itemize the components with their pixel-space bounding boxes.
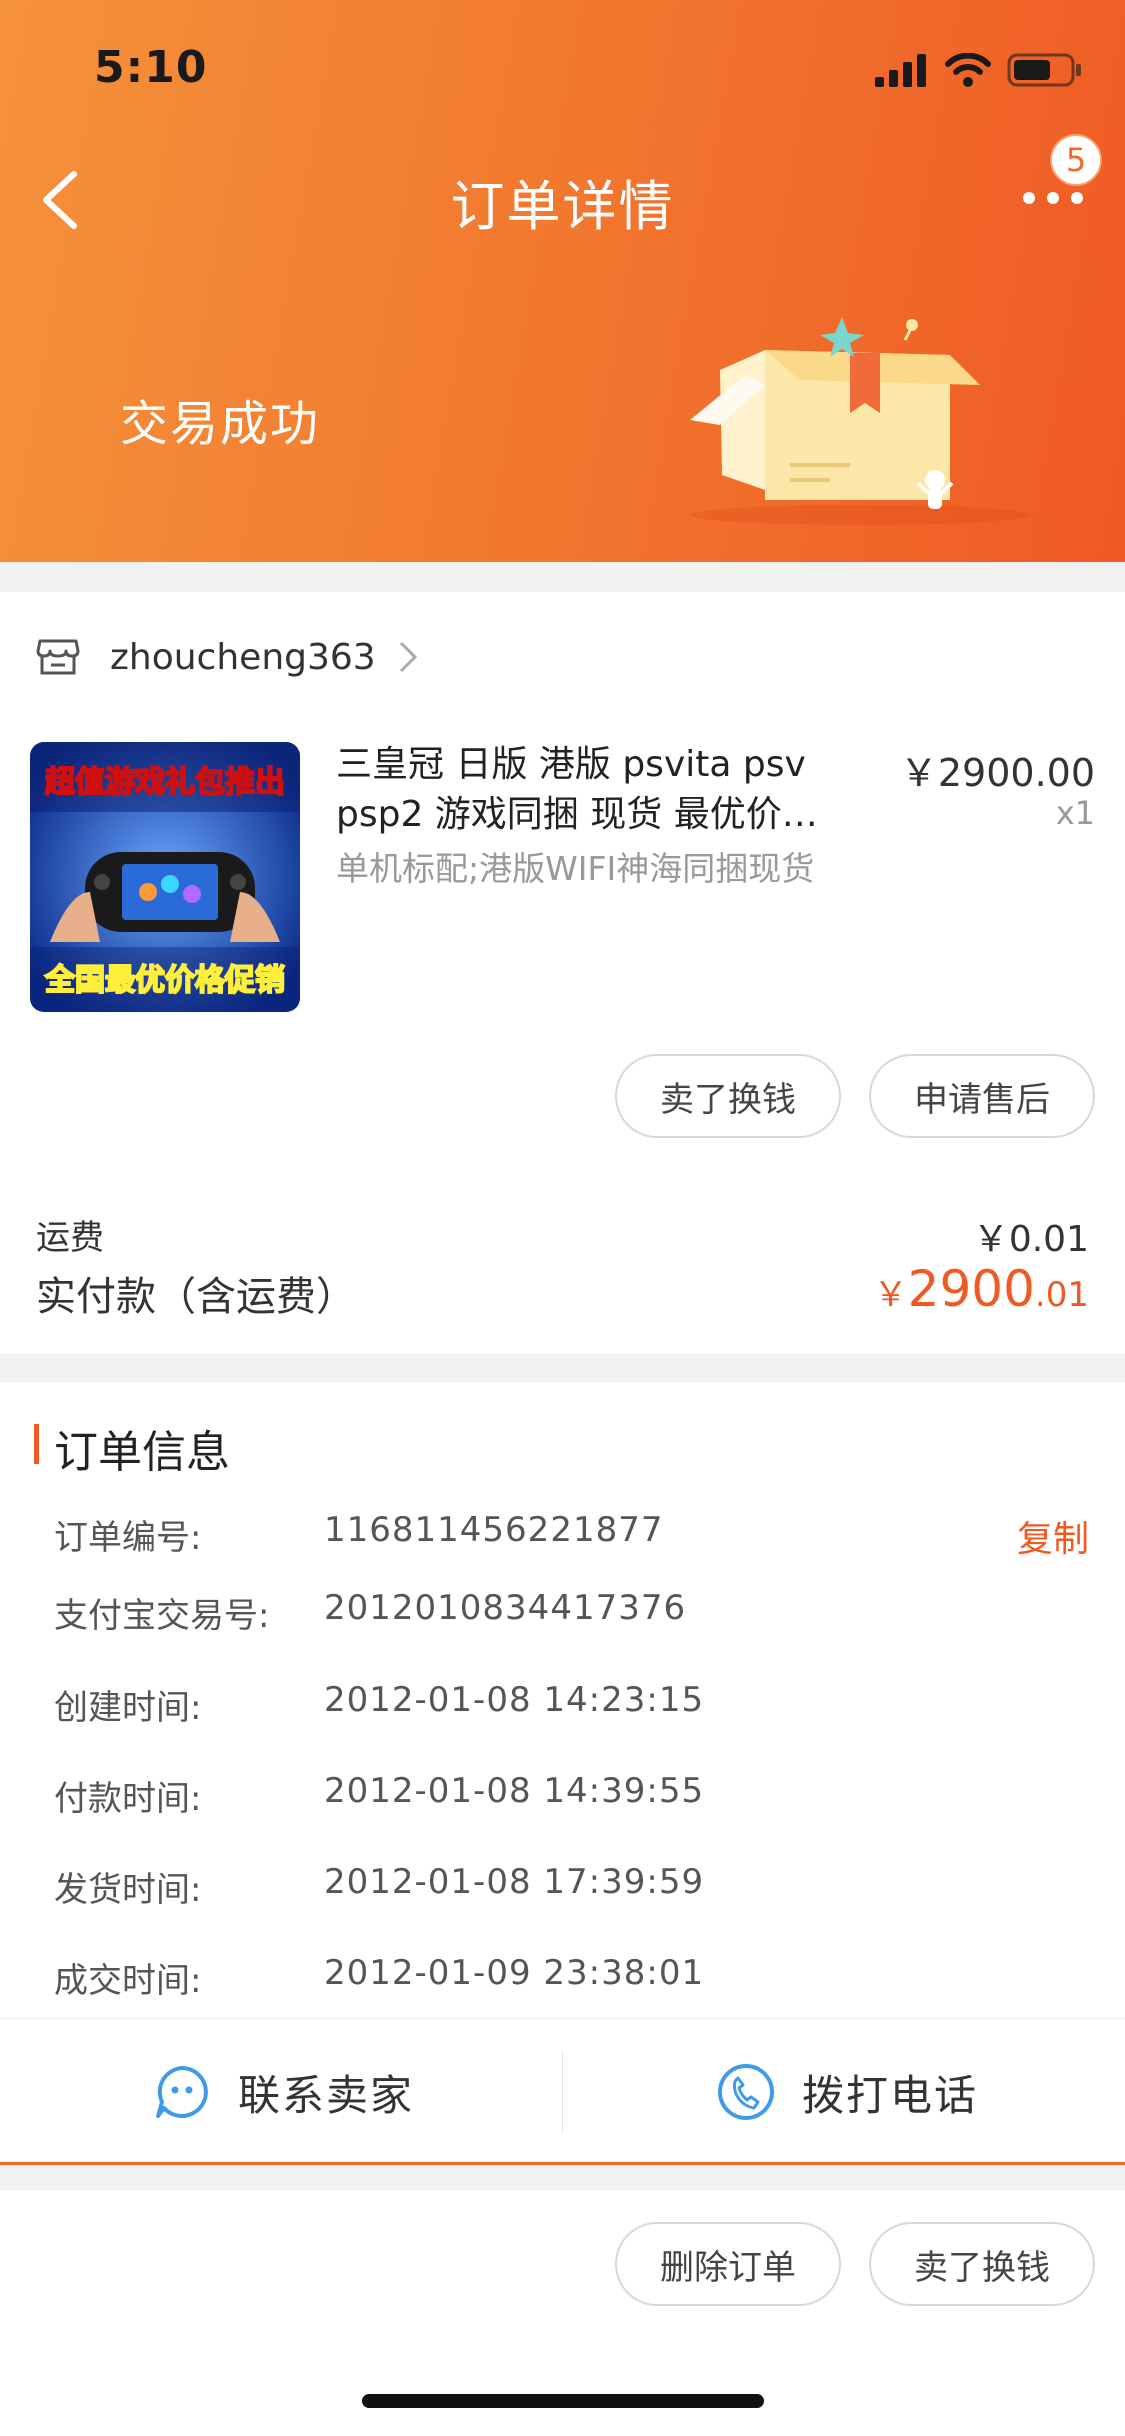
contact-seller-button[interactable]: 联系卖家 [152,2050,414,2134]
shipping-value: ￥0.01 [972,1219,1089,1260]
home-indicator[interactable] [362,2394,764,2408]
contact-divider [562,2050,563,2134]
order-number-value: 116811456221877 [324,1510,664,1550]
section-accent-bar [34,1424,39,1464]
delete-order-button[interactable]: 删除订单 [615,2222,841,2306]
paid-currency: ￥ [873,1275,908,1315]
shop-row[interactable]: zhoucheng363 [36,632,418,682]
page-title: 订单详情 [450,175,675,238]
alipay-trade-label: 支付宝交易号: [54,1596,270,1636]
chat-bubble-icon [156,2066,208,2118]
wifi-icon [945,53,991,87]
product-title[interactable]: 三皇冠 日版 港版 psvita psv psp2 游戏同捆 现货 最优价… [336,740,876,840]
alipay-trade-value: 2012010834417376 [324,1588,687,1628]
completed-time-label: 成交时间: [54,1961,202,2001]
copy-button[interactable]: 复制 [1017,1510,1089,1562]
thumb-bottom-text: 全国最优价格促销 [44,963,285,998]
phone-icon [718,2064,774,2120]
accent-divider [0,2162,1125,2165]
status-time: 5:10 [94,42,208,93]
call-phone-label: 拨打电话 [802,2070,979,2120]
product-thumbnail[interactable]: 超值游戏礼包推出 全国最优价格促销 [30,742,300,1012]
store-icon [36,639,80,675]
product-quantity: x1 [1055,794,1095,832]
package-box-illustration [690,317,1030,525]
paid-label: 实付款（含运费） [36,1274,356,1320]
status-icons [875,52,1083,88]
shipped-time-label: 发货时间: [54,1870,202,1910]
signal-icon [875,54,926,87]
battery-icon [1007,53,1081,87]
sell-for-cash-button[interactable]: 卖了换钱 [615,1054,841,1138]
shipping-label: 运费 [36,1218,104,1258]
paid-total: ￥2900.01 [874,1260,1089,1318]
order-number-label: 订单编号: [54,1518,202,1558]
shop-name: zhoucheng363 [110,636,376,678]
contact-seller-label: 联系卖家 [238,2070,415,2120]
product-spec: 单机标配;港版WIFI神海同捆现货 [336,849,815,888]
call-phone-button[interactable]: 拨打电话 [716,2050,978,2134]
notification-badge: 5 [1050,134,1102,186]
paid-integer: 2900 [907,1260,1035,1318]
shipped-time-value: 2012-01-08 17:39:59 [324,1862,705,1902]
paid-time-value: 2012-01-08 14:39:55 [324,1771,705,1811]
after-sale-button[interactable]: 申请售后 [869,1054,1095,1138]
order-info-title: 订单信息 [54,1427,230,1478]
chevron-right-icon [399,641,417,673]
paid-decimal: .01 [1034,1275,1089,1315]
bottom-sell-button[interactable]: 卖了换钱 [869,2222,1095,2306]
thumb-top-text: 超值游戏礼包推出 [45,765,285,800]
product-price: ￥2900.00 [899,751,1095,795]
order-status-label: 交易成功 [120,396,321,452]
completed-time-value: 2012-01-09 23:38:01 [324,1953,705,1993]
paid-time-label: 付款时间: [54,1779,202,1819]
created-time-value: 2012-01-08 14:23:15 [324,1680,705,1720]
created-time-label: 创建时间: [54,1688,202,1728]
